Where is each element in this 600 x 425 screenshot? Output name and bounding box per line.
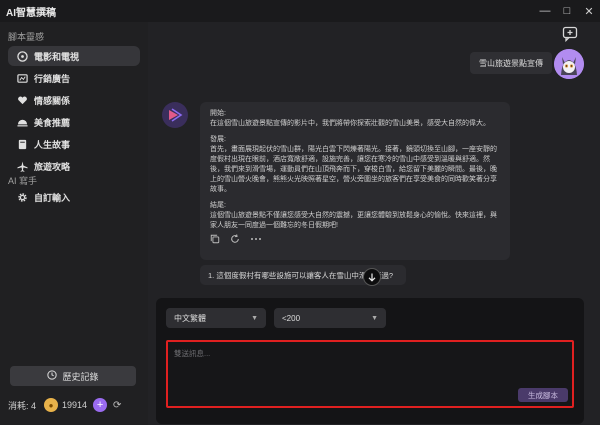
sidebar-item-label: 自訂輸入 <box>34 192 71 203</box>
heart-icon <box>16 94 28 106</box>
user-message: 雪山旅遊景點宣傳 <box>470 52 552 74</box>
sidebar-item-label: 旅遊攻略 <box>34 161 71 172</box>
prompt-input-wrapper: 生成腳本 <box>166 340 574 408</box>
book-icon <box>16 138 28 150</box>
clock-icon <box>47 370 58 382</box>
minimize-button[interactable]: — <box>534 0 556 22</box>
reply-actions <box>210 234 262 247</box>
new-chat-icon[interactable] <box>562 26 578 43</box>
scroll-down-button[interactable] <box>363 268 381 286</box>
credit-bar: 消耗: 4 ● 19914 + ⟳ <box>8 396 121 414</box>
generate-script-button[interactable]: 生成腳本 <box>518 388 568 402</box>
copy-icon[interactable] <box>210 234 220 247</box>
section-ai-writer: AI 寫手 <box>8 176 38 186</box>
sidebar-item-relationship[interactable]: 情感關係 <box>8 90 140 110</box>
refresh-icon[interactable]: ⟳ <box>113 400 121 411</box>
sidebar-item-label: 美食推薦 <box>34 117 71 128</box>
sidebar-item-label: 人生故事 <box>34 139 71 150</box>
add-coins-button[interactable]: + <box>93 398 108 412</box>
sidebar-item-film-tv[interactable]: 電影和電視 <box>8 46 140 66</box>
chevron-down-icon: ▼ <box>371 314 378 322</box>
maximize-button[interactable]: □ <box>556 0 578 22</box>
opening-label: 開始: <box>210 110 226 117</box>
sidebar-item-custom-input[interactable]: 自訂輸入 <box>8 187 140 207</box>
chat-area: 雪山旅遊景點宣傳 開始: 在這個雪山旅遊景點宣傳的影片中，我們將帶你探索壯觀的雪… <box>148 22 600 425</box>
gear-icon <box>16 191 28 203</box>
window-title: AI智慧撰稿 <box>6 7 56 19</box>
plane-icon <box>16 160 28 172</box>
history-button-label: 歷史記錄 <box>62 371 99 382</box>
body-text: 首先，畫面展現起伏的雪山群，陽光白雲下閃爍著陽光。接著，鏡頭切換至山腳，一座安靜… <box>210 146 497 193</box>
chevron-down-icon: ▼ <box>251 314 258 322</box>
sidebar-item-label: 行銷廣告 <box>34 73 71 84</box>
ending-text: 這個雪山旅遊景點不僅讓您感受大自然的震撼，更讓您體驗到放鬆身心的愉悅。快來這裡，… <box>210 212 497 229</box>
user-avatar <box>554 49 584 79</box>
sidebar-item-travel[interactable]: 旅遊攻略 <box>8 156 140 176</box>
coin-balance: 19914 <box>62 400 88 410</box>
sidebar-item-food[interactable]: 美食推薦 <box>8 112 140 132</box>
language-select[interactable]: 中文繁體 ▼ <box>166 308 266 328</box>
sidebar-item-label: 情感關係 <box>34 95 71 106</box>
coin-icon: ● <box>44 398 59 412</box>
length-select[interactable]: <200 ▼ <box>274 308 386 328</box>
window-controls: — □ ✕ <box>534 0 600 22</box>
ad-icon <box>16 72 28 84</box>
body-label: 發展: <box>210 136 226 143</box>
prompt-input[interactable] <box>168 342 572 406</box>
regenerate-icon[interactable] <box>230 234 240 247</box>
length-value: <200 <box>282 313 301 323</box>
film-icon <box>16 50 28 62</box>
sidebar-item-label: 電影和電視 <box>34 51 80 62</box>
opening-text: 在這個雪山旅遊景點宣傳的影片中，我們將帶你探索壯觀的雪山美景，感受大自然的偉大。 <box>210 120 490 127</box>
sidebar-item-marketing[interactable]: 行銷廣告 <box>8 68 140 88</box>
more-icon[interactable] <box>250 234 262 247</box>
title-bar: AI智慧撰稿 — □ ✕ <box>0 0 600 22</box>
history-button[interactable]: 歷史記錄 <box>10 366 136 386</box>
consume-label: 消耗: 4 <box>8 400 37 411</box>
food-icon <box>16 116 28 128</box>
sidebar-item-life-story[interactable]: 人生故事 <box>8 134 140 154</box>
ai-avatar <box>162 102 188 128</box>
ending-label: 結尾: <box>210 202 226 209</box>
section-script-inspiration: 腳本靈感 <box>8 32 45 42</box>
language-value: 中文繁體 <box>174 313 206 323</box>
input-panel: 中文繁體 ▼ <200 ▼ 生成腳本 <box>156 298 584 424</box>
sidebar: 腳本靈感 電影和電視 行銷廣告 情感關係 美食推薦 人生故事 旅遊攻略 AI 寫… <box>0 22 148 425</box>
close-button[interactable]: ✕ <box>578 0 600 22</box>
